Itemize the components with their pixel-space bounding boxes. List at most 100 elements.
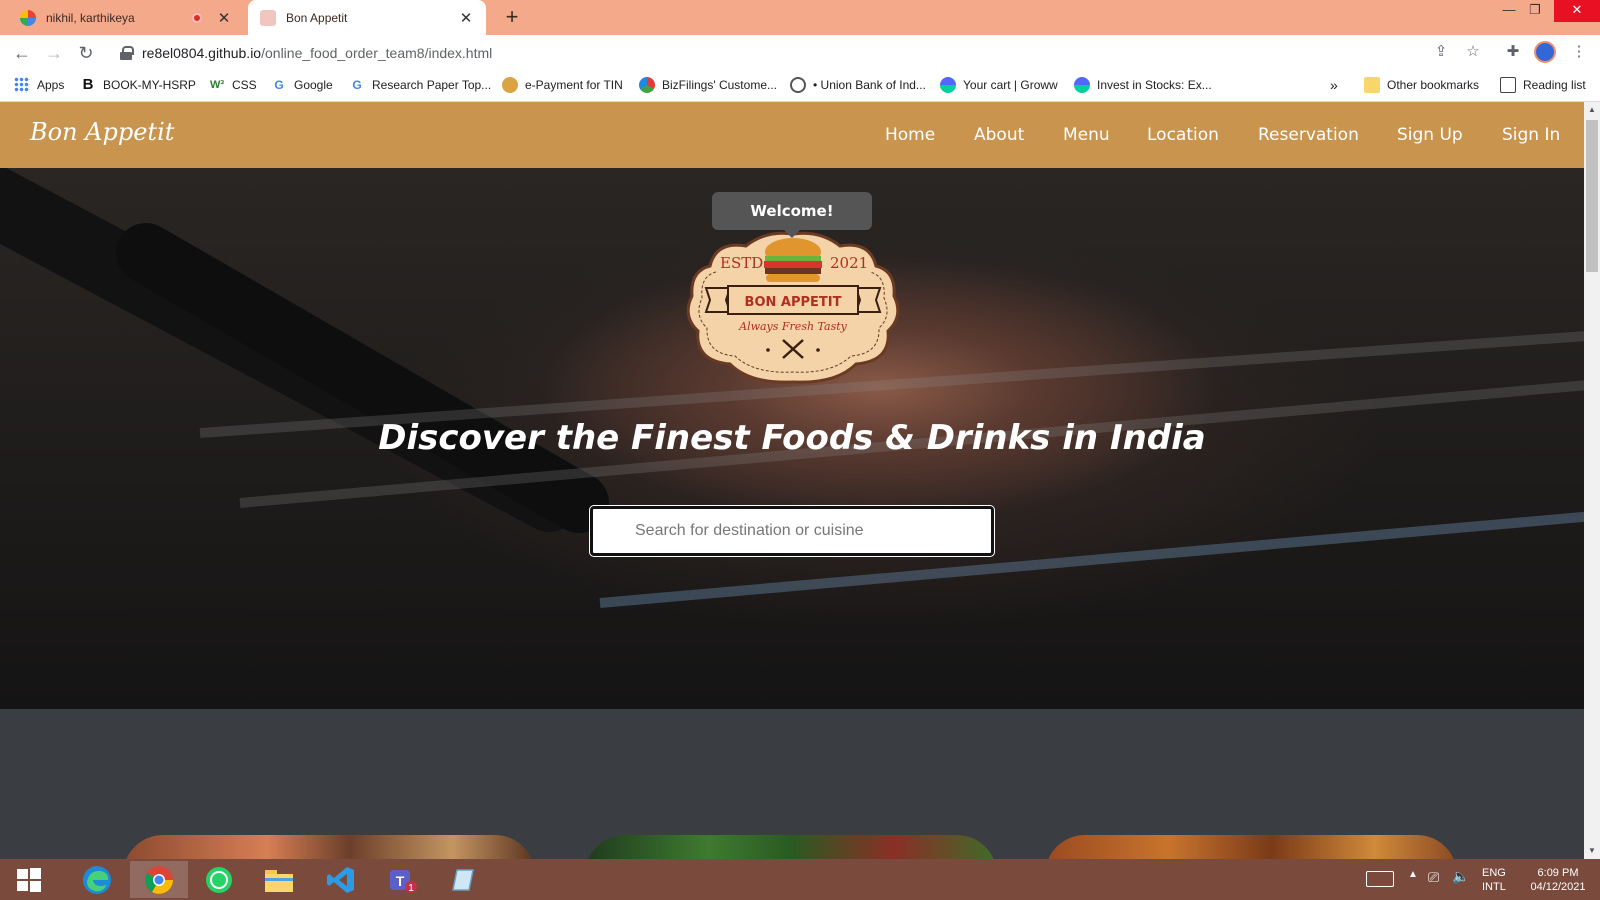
search-input[interactable]: Search for destination or cuisine	[589, 505, 995, 557]
logo-tagline-text: Always Fresh Tasty	[738, 320, 848, 333]
nav-reservation[interactable]: Reservation	[1258, 125, 1359, 145]
groww-icon	[940, 77, 956, 93]
logo-estd-text: ESTD	[720, 254, 763, 272]
vscode-icon[interactable]	[312, 861, 370, 898]
tab-bon-appetit[interactable]: Bon Appetit ✕	[248, 0, 486, 35]
nav-menu[interactable]: Menu	[1063, 125, 1110, 145]
input-language-indicator[interactable]: ENG INTL	[1482, 866, 1506, 894]
nav-about[interactable]: About	[974, 125, 1024, 145]
close-window-button[interactable]: ✕	[1554, 0, 1600, 22]
bookmark-label: Google	[294, 78, 333, 92]
bookmark-label: Other bookmarks	[1387, 78, 1480, 92]
bookmark-label: CSS	[232, 78, 257, 92]
bookmarks-bar: Apps B BOOK-MY-HSRP W³ CSS G Google G Re…	[0, 70, 1600, 102]
forward-arrow-icon[interactable]: →	[42, 41, 66, 65]
nav-sign-up[interactable]: Sign Up	[1397, 125, 1463, 145]
bizfilings-icon	[639, 77, 655, 93]
new-tab-button[interactable]: +	[500, 4, 524, 30]
bookmark-bizfilings[interactable]: BizFilings' Custome...	[639, 77, 777, 93]
recording-icon	[192, 12, 202, 23]
edge-browser-icon[interactable]	[68, 861, 126, 898]
bookmark-union-bank[interactable]: • Union Bank of Ind...	[790, 77, 926, 93]
scroll-thumb[interactable]	[1586, 120, 1598, 272]
bookmark-label: Apps	[37, 78, 65, 92]
nav-home[interactable]: Home	[885, 125, 935, 145]
google-icon: G	[352, 78, 362, 92]
google-meet-favicon-icon	[20, 9, 36, 26]
close-tab-icon[interactable]: ✕	[216, 9, 232, 27]
reading-list[interactable]: Reading list	[1500, 77, 1586, 93]
lang-primary: ENG	[1482, 867, 1506, 879]
b-logo-icon: B	[82, 76, 94, 93]
logo-year-text: 2021	[830, 254, 868, 272]
welcome-tooltip: Welcome!	[712, 192, 872, 238]
scroll-up-icon[interactable]: ▲	[1584, 102, 1600, 118]
site-navbar: Bon Appetit Home About Menu Location Res…	[0, 102, 1584, 168]
bookmark-google[interactable]: G Google	[271, 77, 333, 93]
whatsapp-icon[interactable]	[190, 861, 248, 898]
profile-avatar[interactable]	[1534, 41, 1556, 63]
bookmark-css[interactable]: W³ CSS	[209, 77, 257, 93]
bookmark-e-payment[interactable]: e-Payment for TIN	[502, 77, 623, 93]
touch-keyboard-icon[interactable]	[1366, 871, 1394, 887]
chrome-browser-icon[interactable]	[130, 861, 188, 898]
lock-icon	[120, 46, 134, 60]
apps-grid-icon	[14, 77, 30, 93]
bookmark-label: Reading list	[1523, 78, 1586, 92]
groww-icon	[1074, 77, 1090, 93]
svg-text:T: T	[396, 873, 405, 889]
google-icon: G	[274, 78, 284, 92]
restore-button[interactable]: ❐	[1512, 0, 1558, 22]
logo-banner-text: BON APPETIT	[745, 295, 842, 310]
bon-appetit-favicon-icon	[260, 9, 276, 26]
tab-nikhil[interactable]: nikhil, karthikeya ✕	[8, 0, 244, 35]
bookmark-label: e-Payment for TIN	[525, 78, 623, 92]
bookmark-star-icon[interactable]: ☆	[1462, 41, 1484, 63]
scroll-down-icon[interactable]: ▼	[1584, 843, 1600, 859]
bookmark-label: BOOK-MY-HSRP	[103, 78, 196, 92]
url-text: re8el0804.github.io/online_food_order_te…	[142, 45, 493, 61]
chrome-menu-icon[interactable]: ⋮	[1568, 41, 1590, 63]
bookmark-book-my-hsrp[interactable]: B BOOK-MY-HSRP	[80, 77, 196, 93]
lang-secondary: INTL	[1482, 881, 1506, 893]
bookmark-groww-cart[interactable]: Your cart | Groww	[940, 77, 1058, 93]
share-icon[interactable]: ⇪	[1430, 41, 1452, 63]
bookmark-invest-stocks[interactable]: Invest in Stocks: Ex...	[1074, 77, 1212, 93]
browser-toolbar: ← → ↻ re8el0804.github.io/online_food_or…	[0, 35, 1600, 70]
bookmark-label: BizFilings' Custome...	[662, 78, 777, 92]
notepad-icon[interactable]	[432, 861, 490, 898]
extensions-puzzle-icon[interactable]: ✚	[1502, 41, 1524, 63]
close-tab-icon[interactable]: ✕	[458, 9, 474, 27]
hero-section: ESTD 2021 BON APPETIT Always Fresh Tasty…	[0, 168, 1584, 709]
teams-notification-badge: 1	[408, 883, 414, 894]
categories-section	[0, 709, 1584, 875]
address-bar[interactable]: re8el0804.github.io/online_food_order_te…	[108, 39, 1480, 67]
brand-logo-text[interactable]: Bon Appetit	[30, 118, 174, 146]
bon-appetit-logo: ESTD 2021 BON APPETIT Always Fresh Tasty	[686, 231, 900, 384]
bookmarks-overflow-button[interactable]: »	[1330, 77, 1338, 93]
bookmark-apps[interactable]: Apps	[14, 77, 64, 93]
clock-date: 04/12/2021	[1530, 881, 1586, 893]
tab-title: nikhil, karthikeya	[46, 10, 135, 25]
show-hidden-icons-chevron-icon[interactable]: ▲	[1408, 869, 1418, 880]
nav-sign-in[interactable]: Sign In	[1502, 125, 1560, 145]
bookmark-other[interactable]: Other bookmarks	[1364, 77, 1479, 93]
reading-list-icon	[1500, 77, 1516, 93]
windows-taskbar: T1 ▲ ⎚ 🔈 ENG INTL 6:09 PM 04/12/2021	[0, 859, 1600, 900]
file-explorer-icon[interactable]	[250, 861, 308, 898]
page-scrollbar[interactable]: ▲ ▼	[1584, 102, 1600, 859]
reload-icon[interactable]: ↻	[74, 41, 98, 65]
windows-start-icon[interactable]	[0, 861, 58, 898]
teams-icon[interactable]: T1	[372, 861, 430, 898]
bookmark-research-paper[interactable]: G Research Paper Top...	[349, 77, 491, 93]
back-arrow-icon[interactable]: ←	[10, 41, 34, 65]
volume-icon[interactable]: 🔈	[1452, 868, 1469, 885]
clock-time: 6:09 PM	[1537, 867, 1579, 879]
w3schools-icon: W³	[209, 79, 225, 91]
nav-location[interactable]: Location	[1147, 125, 1219, 145]
network-icon[interactable]: ⎚	[1428, 869, 1439, 886]
clock[interactable]: 6:09 PM 04/12/2021	[1522, 866, 1594, 894]
bookmark-label: Your cart | Groww	[963, 78, 1058, 92]
bookmark-label: • Union Bank of Ind...	[813, 78, 926, 92]
tin-logo-icon	[502, 77, 518, 93]
